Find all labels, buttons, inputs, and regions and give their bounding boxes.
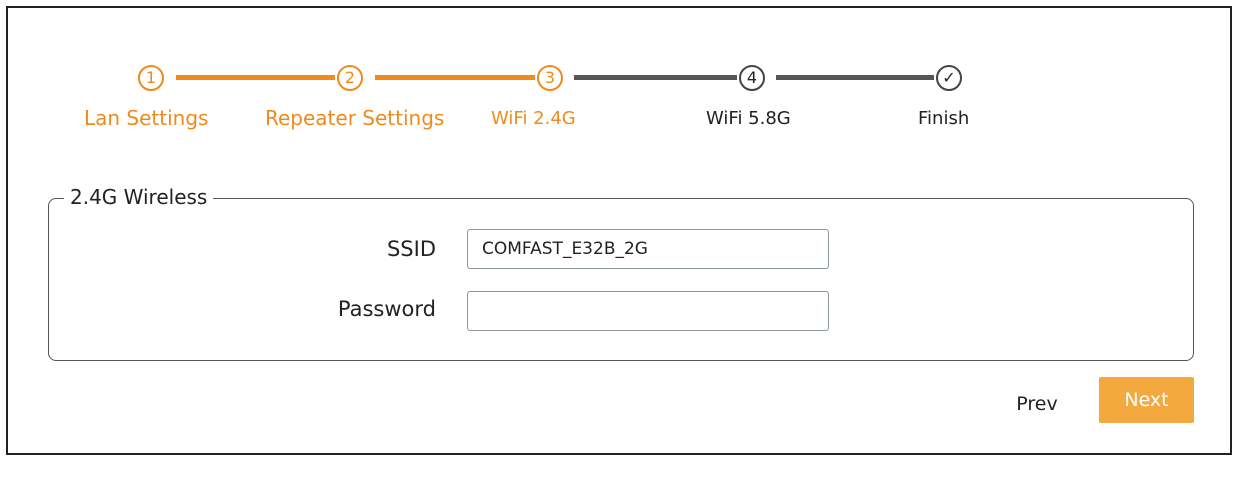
step-connector-3-4	[574, 75, 737, 80]
step-2-label: Repeater Settings	[265, 106, 445, 130]
step-connector-1-2	[176, 75, 335, 80]
prev-button[interactable]: Prev	[1004, 384, 1070, 424]
wireless-settings-group	[48, 198, 1194, 361]
step-4-marker: 4	[739, 65, 765, 91]
step-3-marker: 3	[537, 65, 563, 91]
password-label: Password	[337, 297, 436, 321]
step-2-marker: 2	[337, 65, 363, 91]
step-connector-4-5	[776, 75, 934, 80]
step-connector-2-3	[375, 75, 535, 80]
step-4-label: WiFi 5.8G	[706, 108, 791, 129]
step-5-label: Finish	[918, 108, 970, 129]
ssid-label: SSID	[386, 237, 436, 261]
password-input[interactable]	[467, 291, 829, 331]
step-3-label: WiFi 2.4G	[491, 108, 576, 129]
next-button[interactable]: Next	[1099, 377, 1194, 423]
ssid-input[interactable]	[467, 229, 829, 269]
check-icon: ✓	[936, 65, 962, 91]
step-1-marker: 1	[138, 65, 164, 91]
step-1-label: Lan Settings	[84, 106, 209, 130]
wireless-group-legend: 2.4G Wireless	[64, 185, 214, 209]
